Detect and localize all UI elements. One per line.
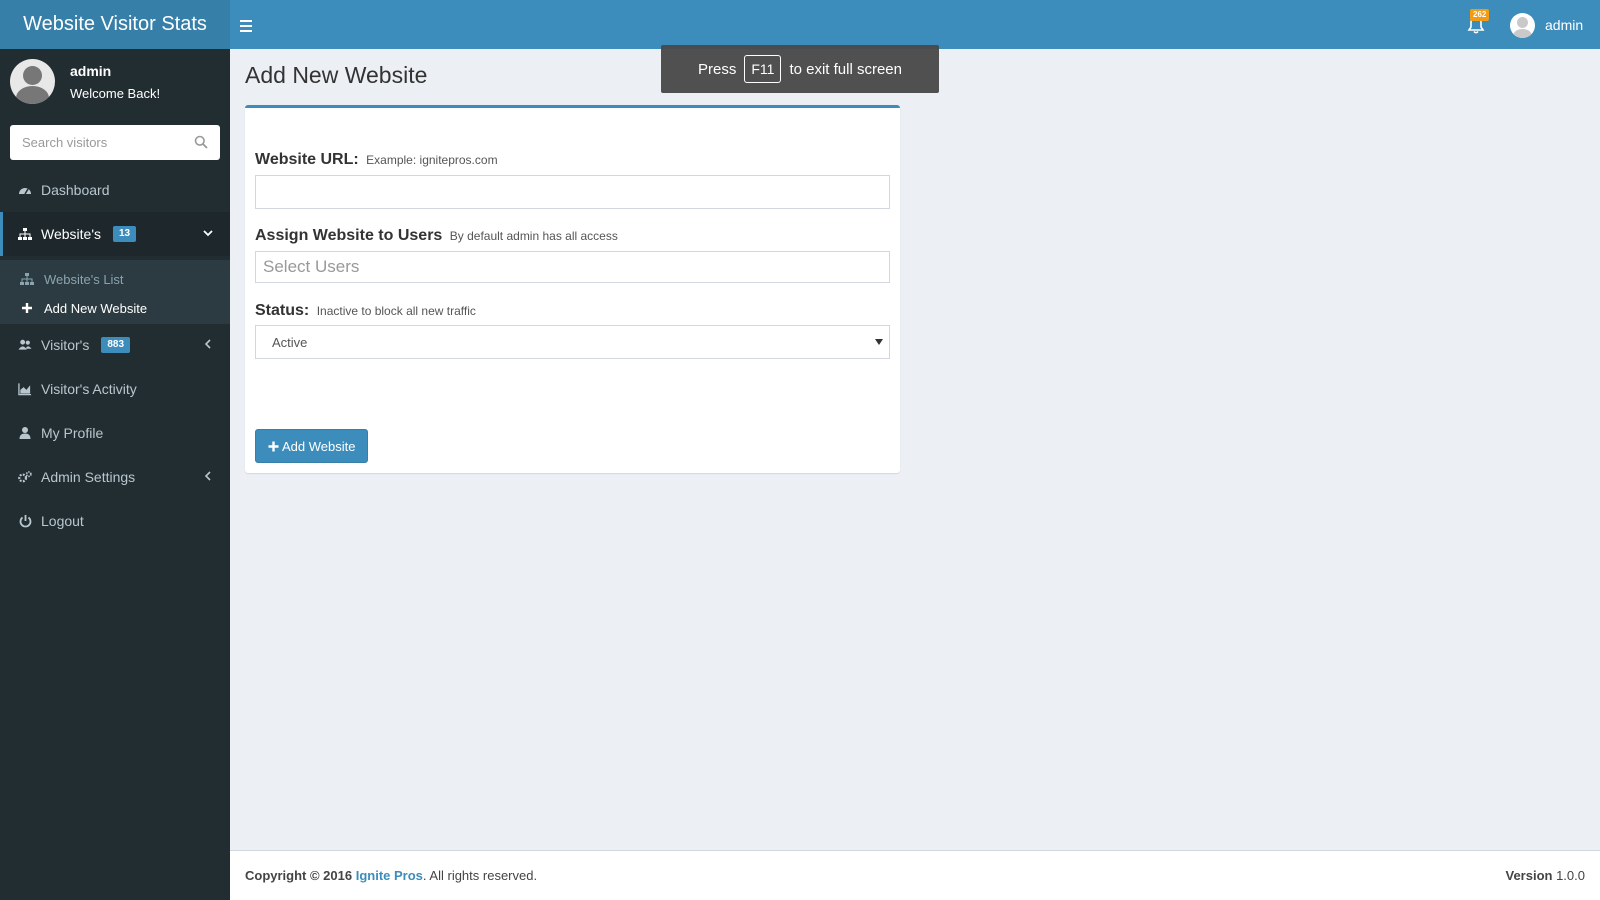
sidebar-subitem-label: Website's List <box>44 271 124 287</box>
website-url-hint: Example: ignitepros.com <box>366 153 498 167</box>
area-chart-icon <box>18 382 32 396</box>
status-hint: Inactive to block all new traffic <box>316 304 476 318</box>
notification-count-badge: 262 <box>1470 9 1490 21</box>
chevron-down-icon <box>203 230 213 237</box>
sidebar-item-label: My Profile <box>41 425 104 441</box>
sitemap-icon <box>20 272 34 286</box>
user-menu[interactable]: admin <box>1510 12 1583 38</box>
sidebar-item-dashboard[interactable]: Dashboard <box>0 168 230 212</box>
assign-users-label-text: Assign Website to Users <box>255 227 443 244</box>
sidebar-item-label: Visitor's Activity <box>41 381 137 397</box>
assign-users-hint: By default admin has all access <box>449 229 618 243</box>
status-select[interactable]: Active <box>255 325 890 359</box>
avatar <box>10 59 55 104</box>
top-navbar: Website Visitor Stats 262 admin <box>0 0 1600 49</box>
sidebar-item-visitors[interactable]: Visitor's 883 <box>0 323 230 367</box>
search-icon[interactable] <box>194 135 208 149</box>
assign-users-input[interactable] <box>256 252 889 282</box>
website-url-input[interactable] <box>256 176 889 208</box>
website-url-label-text: Website URL: <box>255 151 359 168</box>
sidebar-user-name: admin <box>70 63 112 79</box>
assign-users-label: Assign Website to Users By default admin… <box>255 227 618 245</box>
app-logo[interactable]: Website Visitor Stats <box>0 0 230 49</box>
websites-submenu: Website's List Add New Website <box>0 260 230 324</box>
sidebar-item-label: Visitor's <box>41 337 90 353</box>
fullscreen-notice-press: Press <box>698 60 737 78</box>
fullscreen-notice-text: to exit full screen <box>789 60 902 78</box>
dashboard-icon <box>18 183 32 197</box>
user-name: admin <box>1545 17 1584 33</box>
sidebar-subitem-websites-list[interactable]: Website's List <box>0 265 230 293</box>
sidebar-item-logout[interactable]: Logout <box>0 499 230 543</box>
search-form <box>10 125 220 160</box>
sitemap-icon <box>18 227 32 241</box>
page-title: Add New Website <box>245 62 428 88</box>
version-info: Version 1.0.0 <box>1505 868 1585 883</box>
user-icon <box>18 426 32 440</box>
website-url-field <box>255 175 890 209</box>
gears-icon <box>18 470 32 484</box>
copyright: Copyright © 2016 Ignite Pros. All rights… <box>245 868 537 883</box>
fullscreen-notice-key: F11 <box>744 55 782 83</box>
copyright-suffix: . All rights reserved. <box>422 868 538 883</box>
avatar <box>1510 12 1535 38</box>
chevron-left-icon <box>204 471 211 481</box>
caret-down-icon <box>875 339 883 345</box>
plus-icon <box>268 441 279 452</box>
sidebar-item-visitors-activity[interactable]: Visitor's Activity <box>0 367 230 411</box>
power-icon <box>18 514 32 528</box>
sidebar-item-admin-settings[interactable]: Admin Settings <box>0 455 230 499</box>
footer: Copyright © 2016 Ignite Pros. All rights… <box>230 850 1600 900</box>
plus-icon <box>20 301 34 315</box>
assign-users-field <box>255 251 890 283</box>
hamburger-icon <box>240 14 264 32</box>
status-label: Status: Inactive to block all new traffi… <box>255 302 476 320</box>
add-website-form-box: Website URL: Example: ignitepros.com Ass… <box>245 105 900 473</box>
sidebar-toggle-button[interactable] <box>240 14 264 36</box>
status-label-text: Status: <box>255 302 310 319</box>
version-label: Version <box>1505 868 1553 883</box>
websites-count-badge: 13 <box>113 226 137 242</box>
fullscreen-notice: Press F11 to exit full screen <box>661 45 939 93</box>
sidebar-item-label: Dashboard <box>41 182 110 198</box>
company-link[interactable]: Ignite Pros <box>356 868 423 883</box>
sidebar-item-my-profile[interactable]: My Profile <box>0 411 230 455</box>
website-url-label: Website URL: Example: ignitepros.com <box>255 151 498 169</box>
sidebar: admin Welcome Back! Dashboard Website's … <box>0 49 230 900</box>
chevron-left-icon <box>204 339 211 349</box>
visitors-count-badge: 883 <box>101 337 131 353</box>
add-website-button-label: Add Website <box>282 438 356 454</box>
search-input[interactable] <box>22 126 192 159</box>
sidebar-item-label: Logout <box>41 513 84 529</box>
sidebar-subitem-add-new-website[interactable]: Add New Website <box>0 294 230 322</box>
sidebar-subitem-label: Add New Website <box>44 300 148 316</box>
status-select-value: Active <box>272 334 308 350</box>
user-panel: admin Welcome Back! <box>10 59 220 105</box>
sidebar-item-label: Admin Settings <box>41 469 136 485</box>
add-website-button[interactable]: Add Website <box>255 429 369 463</box>
welcome-text: Welcome Back! <box>70 86 161 101</box>
sidebar-item-label: Website's <box>41 226 101 242</box>
sidebar-item-websites[interactable]: Website's 13 <box>0 212 230 256</box>
users-icon <box>18 338 32 352</box>
copyright-prefix: Copyright © 2016 <box>245 868 353 883</box>
version-value: 1.0.0 <box>1556 868 1585 883</box>
